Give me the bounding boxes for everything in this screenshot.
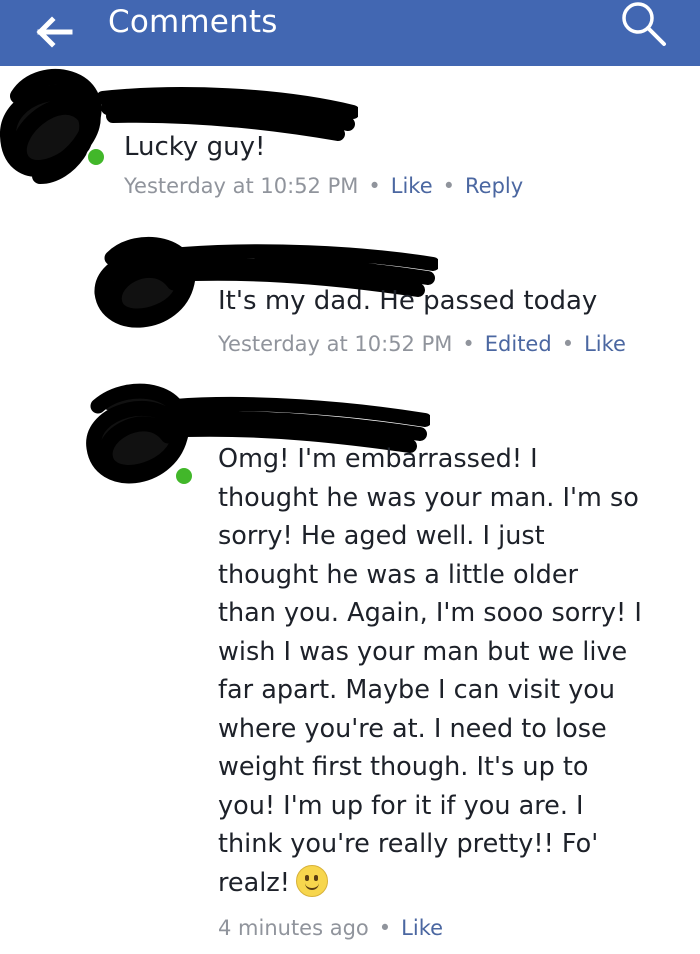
timestamp: Yesterday at 10:52 PM [124, 174, 359, 198]
top-app-bar: Comments [0, 0, 700, 66]
comment-line: think you're really pretty!! Fo' [218, 829, 599, 859]
comment-line: wish I was your man but we live [218, 636, 628, 667]
comment-3: Omg! I'm embarrassed! I thought he was y… [0, 372, 700, 954]
comment-text: It's my dad. He passed today [218, 286, 598, 316]
reply-button[interactable]: Reply [465, 174, 523, 198]
edited-label[interactable]: Edited [485, 332, 552, 356]
comment-1: Lucky guy! Yesterday at 10:52 PM • Like • Re… [0, 66, 700, 216]
comment-line-last: realz! [218, 864, 688, 903]
redaction-scribble [0, 68, 102, 184]
comment-line: you! I'm up for it if you are. I [218, 790, 584, 821]
arrow-left-icon[interactable] [36, 14, 76, 50]
timestamp: 4 minutes ago [218, 916, 369, 940]
timestamp: Yesterday at 10:52 PM [218, 332, 453, 356]
smiley-emoji-icon [295, 864, 328, 897]
search-icon[interactable] [618, 0, 668, 48]
comment-line: thought he was a little older [218, 559, 579, 590]
like-button[interactable]: Like [401, 916, 443, 940]
online-status-dot [174, 466, 194, 486]
comment-text: Omg! I'm embarrassed! I thought he was y… [218, 440, 688, 902]
comment-line: far apart. Maybe I can visit you [218, 675, 616, 705]
comment-line: sorry! He aged well. I just [218, 521, 545, 551]
like-button[interactable]: Like [584, 332, 626, 356]
comment-text: Lucky guy! [124, 132, 266, 162]
comment-line: than you. Again, I'm sooo sorry! I [218, 598, 642, 628]
page-title: Comments [108, 4, 278, 40]
comment-line: where you're at. I need to lose [218, 713, 607, 744]
comment-meta: Yesterday at 10:52 PM • Edited • Like [218, 332, 626, 356]
redacted-avatar [0, 66, 110, 196]
comment-line: thought he was your man. I'm so [218, 482, 639, 513]
comment-line: Omg! I'm embarrassed! I [218, 444, 538, 474]
comment-line: weight first though. It's up to [218, 752, 589, 782]
like-button[interactable]: Like [391, 174, 433, 198]
online-status-dot [86, 147, 106, 167]
comment-meta: 4 minutes ago • Like [218, 916, 444, 940]
comment-2: It's my dad. He passed today Yesterday a… [0, 216, 700, 366]
comment-meta: Yesterday at 10:52 PM • Like • Reply [124, 174, 524, 198]
comment-line: realz! [218, 867, 290, 898]
